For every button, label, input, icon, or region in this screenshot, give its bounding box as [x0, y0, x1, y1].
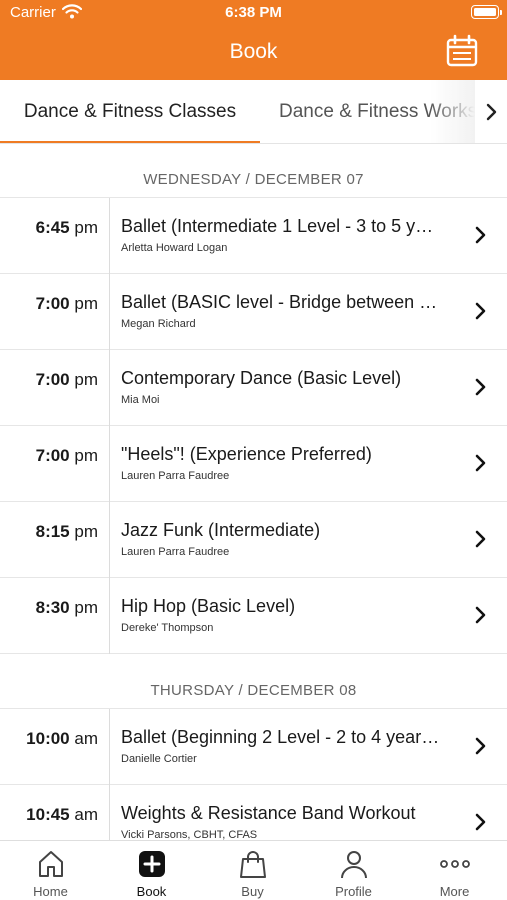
- chevron-right-icon: [475, 302, 486, 320]
- class-name: Contemporary Dance (Basic Level): [121, 368, 402, 388]
- time-divider: [109, 274, 110, 350]
- tabbar-label: Buy: [241, 884, 264, 899]
- class-name: Ballet (BASIC level - Bridge between Beg…: [121, 292, 441, 312]
- class-row[interactable]: 10:45 am Weights & Resistance Band Worko…: [0, 785, 507, 840]
- tabbar-home[interactable]: Home: [0, 841, 101, 900]
- shopping-bag-icon: [240, 851, 266, 878]
- class-name: Jazz Funk (Intermediate): [121, 520, 321, 540]
- calendar-button[interactable]: [445, 34, 479, 68]
- tabbar-book[interactable]: Book: [101, 841, 202, 900]
- class-time: 7:00 pm: [35, 446, 98, 465]
- class-time: 10:45 am: [26, 805, 98, 824]
- class-instructor: Lauren Parra Faudree: [121, 546, 230, 558]
- class-instructor: Dereke' Thompson: [121, 622, 214, 634]
- class-instructor: Arletta Howard Logan: [121, 242, 228, 254]
- tabbar-profile[interactable]: Profile: [303, 841, 404, 900]
- class-time: 8:30 pm: [35, 598, 98, 617]
- status-time: 6:38 PM: [225, 4, 282, 21]
- class-schedule-list[interactable]: WEDNESDAY / DECEMBER 07 6:45 pm Ballet (…: [0, 145, 507, 840]
- tabbar-label: Book: [136, 884, 167, 899]
- day-header: THURSDAY / DECEMBER 08: [150, 682, 357, 699]
- time-divider: [109, 426, 110, 502]
- class-row[interactable]: 7:00 pm "Heels"! (Experience Preferred) …: [0, 426, 507, 502]
- time-divider: [109, 785, 110, 840]
- class-name: Ballet (Beginning 2 Level - 2 to 4 years…: [121, 727, 441, 747]
- chevron-right-icon: [475, 606, 486, 624]
- class-row[interactable]: 8:30 pm Hip Hop (Basic Level) Dereke' Th…: [0, 578, 507, 654]
- class-row[interactable]: 7:00 pm Ballet (BASIC level - Bridge bet…: [0, 274, 507, 350]
- class-row[interactable]: 8:15 pm Jazz Funk (Intermediate) Lauren …: [0, 502, 507, 578]
- home-icon: [39, 851, 63, 877]
- active-tab-indicator: [0, 141, 260, 143]
- chevron-right-icon: [486, 103, 497, 121]
- time-divider: [109, 350, 110, 426]
- bottom-tab-bar: Home Book Buy Profile More: [0, 840, 507, 900]
- plus-icon: [139, 851, 165, 877]
- app-header: Carrier 6:38 PM Book: [0, 0, 507, 80]
- time-divider: [109, 502, 110, 578]
- class-row[interactable]: 6:45 pm Ballet (Intermediate 1 Level - 3…: [0, 198, 507, 274]
- page-title: Book: [229, 40, 278, 63]
- time-divider: [109, 578, 110, 654]
- class-instructor: Megan Richard: [121, 318, 196, 330]
- class-instructor: Danielle Cortier: [121, 753, 197, 765]
- chevron-right-icon: [475, 530, 486, 548]
- tabs-scroll-right-button[interactable]: [475, 80, 507, 143]
- time-divider: [109, 709, 110, 785]
- class-time: 7:00 pm: [35, 294, 98, 313]
- class-row[interactable]: 10:00 am Ballet (Beginning 2 Level - 2 t…: [0, 709, 507, 785]
- class-instructor: Vicki Parsons, CBHT, CFAS: [121, 829, 258, 840]
- class-name: "Heels"! (Experience Preferred): [121, 444, 372, 464]
- class-name: Ballet (Intermediate 1 Level - 3 to 5 ye…: [121, 216, 441, 236]
- battery-icon: [471, 5, 502, 19]
- calendar-icon: [446, 34, 478, 67]
- day-header: WEDNESDAY / DECEMBER 07: [143, 171, 364, 188]
- chevron-right-icon: [475, 454, 486, 472]
- tabbar-label: Home: [33, 884, 68, 899]
- chevron-right-icon: [475, 378, 486, 396]
- class-instructor: Lauren Parra Faudree: [121, 470, 230, 482]
- more-dots-icon: [440, 860, 470, 868]
- tab-label: Dance & Fitness Classes: [23, 101, 237, 122]
- tab-fade: [430, 80, 475, 143]
- person-icon: [341, 851, 367, 879]
- class-row[interactable]: 7:00 pm Contemporary Dance (Basic Level)…: [0, 350, 507, 426]
- tabbar-label: More: [439, 884, 470, 899]
- class-name: Weights & Resistance Band Workout: [121, 803, 416, 823]
- chevron-right-icon: [475, 737, 486, 755]
- tabbar-buy[interactable]: Buy: [202, 841, 303, 900]
- tabbar-more[interactable]: More: [404, 841, 505, 900]
- tab-dance-fitness-classes[interactable]: Dance & Fitness Classes: [0, 80, 260, 143]
- time-divider: [109, 198, 110, 274]
- day-class-list: 6:45 pm Ballet (Intermediate 1 Level - 3…: [0, 197, 507, 654]
- class-instructor: Mia Moi: [121, 394, 160, 406]
- chevron-right-icon: [475, 813, 486, 831]
- class-time: 8:15 pm: [35, 522, 98, 541]
- status-bar: Carrier 6:38 PM: [0, 0, 507, 24]
- day-class-list: 10:00 am Ballet (Beginning 2 Level - 2 t…: [0, 708, 507, 840]
- tabbar-label: Profile: [335, 884, 372, 899]
- class-name: Hip Hop (Basic Level): [121, 596, 296, 616]
- class-time: 7:00 pm: [35, 370, 98, 389]
- class-time: 6:45 pm: [35, 218, 98, 237]
- class-time: 10:00 am: [26, 729, 98, 748]
- chevron-right-icon: [475, 226, 486, 244]
- category-tabs: Dance & Fitness Classes Dance & Fitness …: [0, 80, 507, 144]
